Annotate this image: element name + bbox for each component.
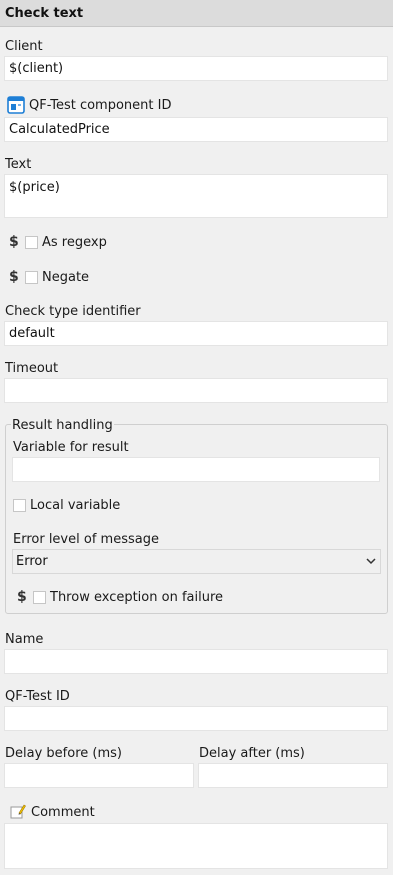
qftest-id-input[interactable] [4,706,388,731]
name-label: Name [5,632,44,647]
text-textarea[interactable]: $(price) [4,174,388,218]
timeout-label: Timeout [5,361,59,376]
error-level-selected-value: Error [16,554,48,569]
as-regexp-checkbox[interactable] [25,236,38,249]
negate-checkbox[interactable] [25,271,38,284]
text-label: Text [5,157,32,172]
check-type-input[interactable]: default [4,321,388,346]
comment-textarea[interactable] [4,823,388,869]
check-type-label: Check type identifier [5,304,141,319]
delay-before-label: Delay before (ms) [5,746,122,761]
panel-title: Check text [0,0,393,27]
component-id-label: QF-Test component ID [29,98,172,113]
client-input[interactable]: $(client) [4,56,388,81]
error-level-select[interactable]: Error [12,549,381,574]
variable-marker-icon: $ [9,269,19,285]
variable-marker-icon: $ [17,589,27,605]
delay-after-input[interactable] [198,763,388,788]
variable-for-result-label: Variable for result [13,440,129,455]
result-handling-legend: Result handling [11,418,114,433]
component-id-input[interactable]: CalculatedPrice [4,117,388,142]
comment-label: Comment [31,805,95,820]
variable-for-result-input[interactable] [12,457,380,482]
delay-after-label: Delay after (ms) [199,746,305,761]
component-icon [7,96,25,118]
variable-marker-icon: $ [9,234,19,250]
as-regexp-label: As regexp [42,235,107,250]
qftest-id-label: QF-Test ID [5,689,70,704]
throw-exception-label: Throw exception on failure [50,590,224,605]
local-variable-label: Local variable [30,498,121,513]
chevron-down-icon [366,550,376,581]
timeout-input[interactable] [4,378,388,403]
error-level-label: Error level of message [13,532,159,547]
delay-before-input[interactable] [4,763,194,788]
negate-label: Negate [42,270,90,285]
pencil-icon [10,803,26,823]
client-label: Client [5,39,43,54]
local-variable-checkbox[interactable] [13,499,26,512]
throw-exception-checkbox[interactable] [33,591,46,604]
name-input[interactable] [4,649,388,674]
